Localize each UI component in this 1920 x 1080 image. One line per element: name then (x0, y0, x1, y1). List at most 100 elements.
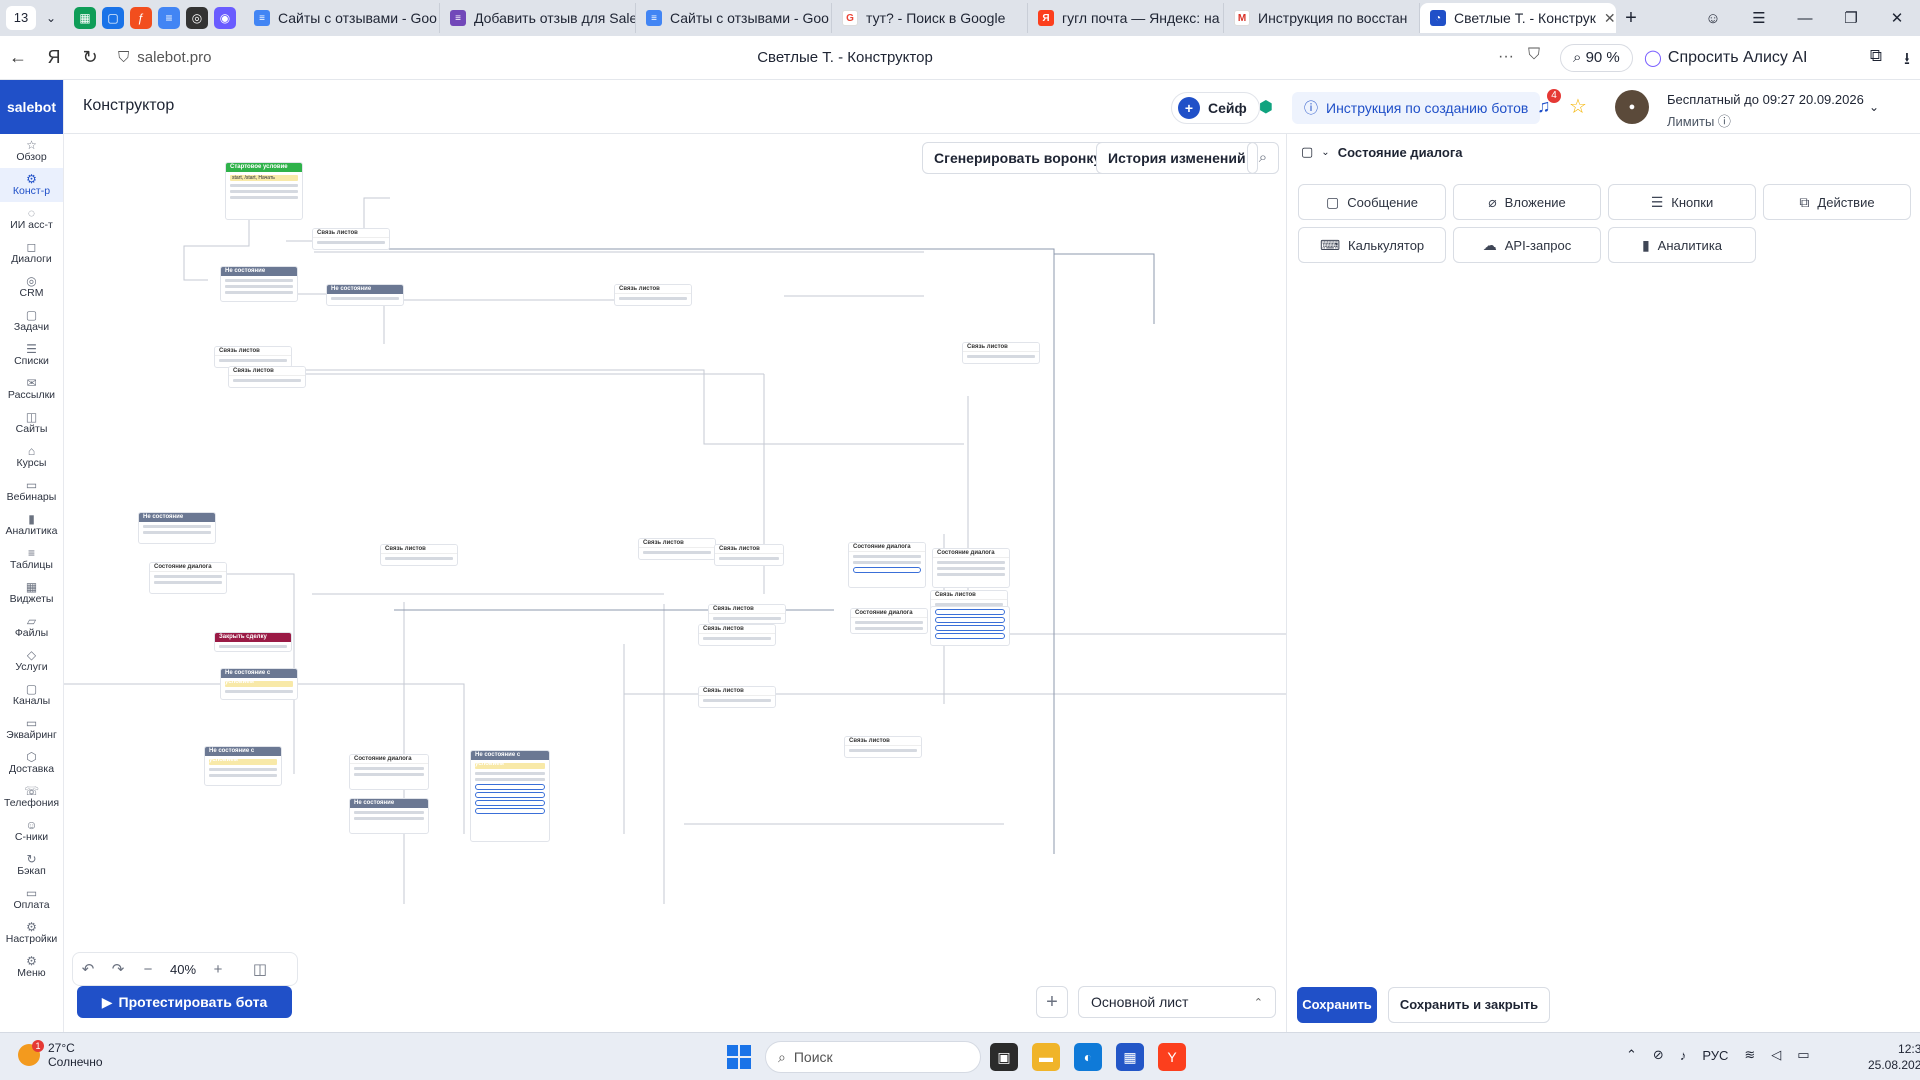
sidebar-item-webinars[interactable]: ▭ Вебинары (0, 474, 63, 508)
weather-widget[interactable]: 1 27°C Солнечно (18, 1040, 103, 1069)
volume-icon[interactable]: ◁ (1771, 1047, 1781, 1063)
edge-icon[interactable]: ◐ (1074, 1043, 1102, 1071)
sheet-link-node[interactable]: Связь листов (708, 604, 786, 624)
minimap-icon[interactable]: ◫ (245, 960, 275, 978)
sidebar-item-telephony[interactable]: ☏ Телефония (0, 780, 63, 814)
sidebar-item-employees[interactable]: ☺ С-ники (0, 814, 63, 848)
start-node[interactable]: Стартовое условие start, /start, Начать (225, 162, 303, 220)
profile-icon[interactable]: ☺ (1690, 10, 1736, 27)
buttons-node[interactable] (930, 606, 1010, 646)
sidebar-item-tasks[interactable]: ▢ Задачи (0, 304, 63, 338)
test-bot-button[interactable]: ▶ Протестировать бота (77, 986, 292, 1018)
url-field[interactable]: ⛉ salebot.pro (118, 49, 211, 66)
sidebar-item-mailing[interactable]: ✉ Рассылки (0, 372, 63, 406)
sheet-link-node[interactable]: Связь листов (638, 538, 716, 560)
redo-icon[interactable]: ↷ (103, 960, 133, 978)
pinned-figma-icon[interactable]: ƒ (130, 7, 152, 29)
clock[interactable]: 12:39 25.08.2026 (1868, 1041, 1920, 1073)
dialog-state-node[interactable]: Состояние диалога (149, 562, 227, 594)
sheet-link-node[interactable]: Связь листов (214, 346, 292, 368)
zoom-out-icon[interactable]: − (133, 961, 163, 978)
browser-menu-icon[interactable]: ☰ (1736, 9, 1782, 27)
yandex-browser-icon[interactable]: Y (1158, 1043, 1186, 1071)
sidebar-item-menu[interactable]: ⚙ Меню (0, 950, 63, 984)
avatar[interactable]: ● (1615, 90, 1649, 124)
wifi-icon[interactable]: ≋ (1744, 1047, 1755, 1063)
salebot-logo[interactable]: salebot (0, 80, 63, 134)
language-indicator[interactable]: РУС (1702, 1048, 1728, 1063)
pinned-openai-icon[interactable]: ◎ (186, 7, 208, 29)
flow-canvas[interactable]: Стартовое условие start, /start, Начать … (64, 134, 1286, 1032)
limits-link[interactable]: Лимиты (1667, 114, 1714, 129)
sidebar-item-sites[interactable]: ◫ Сайты (0, 406, 63, 440)
generate-funnel-button[interactable]: Сгенерировать воронку (922, 142, 1114, 174)
star-icon[interactable]: ☆ (1569, 94, 1587, 119)
zoom-chip[interactable]: ⌕ 90 % (1560, 44, 1633, 72)
taskbar-search[interactable]: ⌕ Поиск (765, 1041, 981, 1073)
browser-tab[interactable]: Ягугл почта — Яндекс: на (1028, 3, 1224, 33)
dialog-state-node[interactable]: Состояние диалога (349, 754, 429, 790)
sidebar-item-constructor[interactable]: ⚙ Конст-р (0, 168, 63, 202)
not-state-node[interactable]: Не состояние (138, 512, 216, 544)
browser-tab[interactable]: M Инструкция по восстан (1224, 3, 1420, 33)
sheet-link-node[interactable]: Связь листов (844, 736, 922, 758)
panel-header[interactable]: ▢ ⌄ Состояние диалога (1301, 144, 1462, 160)
sheet-select[interactable]: Основной лист ⌃ (1078, 986, 1276, 1018)
block-action-button[interactable]: ⧉ Действие (1763, 184, 1911, 220)
sidebar-item-settings[interactable]: ⚙ Настройки (0, 916, 63, 950)
undo-icon[interactable]: ↶ (73, 960, 103, 978)
save-and-close-button[interactable]: Сохранить и закрыть (1388, 987, 1550, 1023)
dialog-state-node[interactable]: Состояние диалога (932, 548, 1010, 588)
not-state-cond-node[interactable]: Не состояние с условием (470, 750, 550, 842)
block-message-button[interactable]: ▢ Сообщение (1298, 184, 1446, 220)
not-state-cond-node[interactable]: Не состояние с условием (204, 746, 282, 786)
browser-tab[interactable]: ≡ Сайты с отзывами - Goo (244, 3, 440, 33)
file-explorer-icon[interactable]: ▬ (1032, 1043, 1060, 1071)
sidebar-item-files[interactable]: ▱ Файлы (0, 610, 63, 644)
bookmark-icon[interactable]: ⛉ (1528, 46, 1540, 64)
sidebar-item-tables[interactable]: ≡ Таблицы (0, 542, 63, 576)
sidebar-item-ai[interactable]: ◌ ИИ асс-т (0, 202, 63, 236)
tab-list-chevron-icon[interactable]: ⌄ (36, 11, 66, 25)
browser-tab[interactable]: ≡ Добавить отзыв для Sale (440, 3, 636, 33)
not-state-node[interactable]: Не состояние (326, 284, 404, 306)
reload-icon[interactable]: ↻ (72, 47, 108, 68)
sheet-link-node[interactable]: Связь листов (962, 342, 1040, 364)
browser-tab[interactable]: Gтут? - Поиск в Google (832, 3, 1028, 33)
windows-start-icon[interactable] (727, 1045, 751, 1069)
sheet-link-node[interactable]: Связь листов (228, 366, 306, 388)
not-state-cond-node[interactable]: Не состояние с условием (220, 668, 298, 700)
plan-info[interactable]: Бесплатный до 09:27 20.09.2026 Лимиты ⓘ (1667, 92, 1864, 130)
new-tab-icon[interactable]: + (1616, 7, 1646, 30)
sidebar-item-services[interactable]: ◇ Услуги (0, 644, 63, 678)
block-calculator-button[interactable]: ⌨ Калькулятор (1298, 227, 1446, 263)
block-analytics-button[interactable]: ▮ Аналитика (1608, 227, 1756, 263)
sidebar-item-dialogs[interactable]: ◻ Диалоги (0, 236, 63, 270)
chevron-up-icon[interactable]: ⌃ (1626, 1047, 1637, 1063)
close-tab-icon[interactable]: ✕ (1604, 10, 1616, 27)
block-api-button[interactable]: ☁ API-запрос (1453, 227, 1601, 263)
sidebar-item-crm[interactable]: ◎ CRM (0, 270, 63, 304)
chevron-down-icon[interactable]: ⌄ (1869, 100, 1879, 114)
not-state-node[interactable]: Не состояние (220, 266, 298, 302)
downloads-icon[interactable]: ⭳ (1904, 46, 1910, 75)
sheet-link-node[interactable]: Связь листов (614, 284, 692, 306)
block-buttons-button[interactable]: ☰ Кнопки (1608, 184, 1756, 220)
sidebar-item-analytics[interactable]: ▮ Аналитика (0, 508, 63, 542)
sidebar-item-backup[interactable]: ↻ Бэкап (0, 848, 63, 882)
zoom-in-icon[interactable]: + (203, 961, 233, 978)
store-icon[interactable]: ▦ (1116, 1043, 1144, 1071)
network-off-icon[interactable]: ⊘ (1653, 1047, 1664, 1063)
dialog-state-node[interactable]: Состояние диалога (848, 542, 926, 588)
close-deal-node[interactable]: Закрыть сделку (214, 632, 292, 652)
back-icon[interactable]: ← (0, 47, 36, 68)
close-window-icon[interactable]: ✕ (1874, 9, 1920, 27)
dialog-state-node[interactable]: Состояние диалога (850, 608, 928, 634)
collections-icon[interactable]: ⧉ (1870, 46, 1882, 75)
alice-button[interactable]: ◯ Спросить Алису AI (1644, 44, 1807, 72)
sidebar-item-courses[interactable]: ⌂ Курсы (0, 440, 63, 474)
pinned-app-icon[interactable]: ◉ (214, 7, 236, 29)
pinned-chat-icon[interactable]: ▢ (102, 7, 124, 29)
minimize-icon[interactable]: — (1782, 10, 1828, 27)
restore-icon[interactable]: ❐ (1828, 9, 1874, 27)
